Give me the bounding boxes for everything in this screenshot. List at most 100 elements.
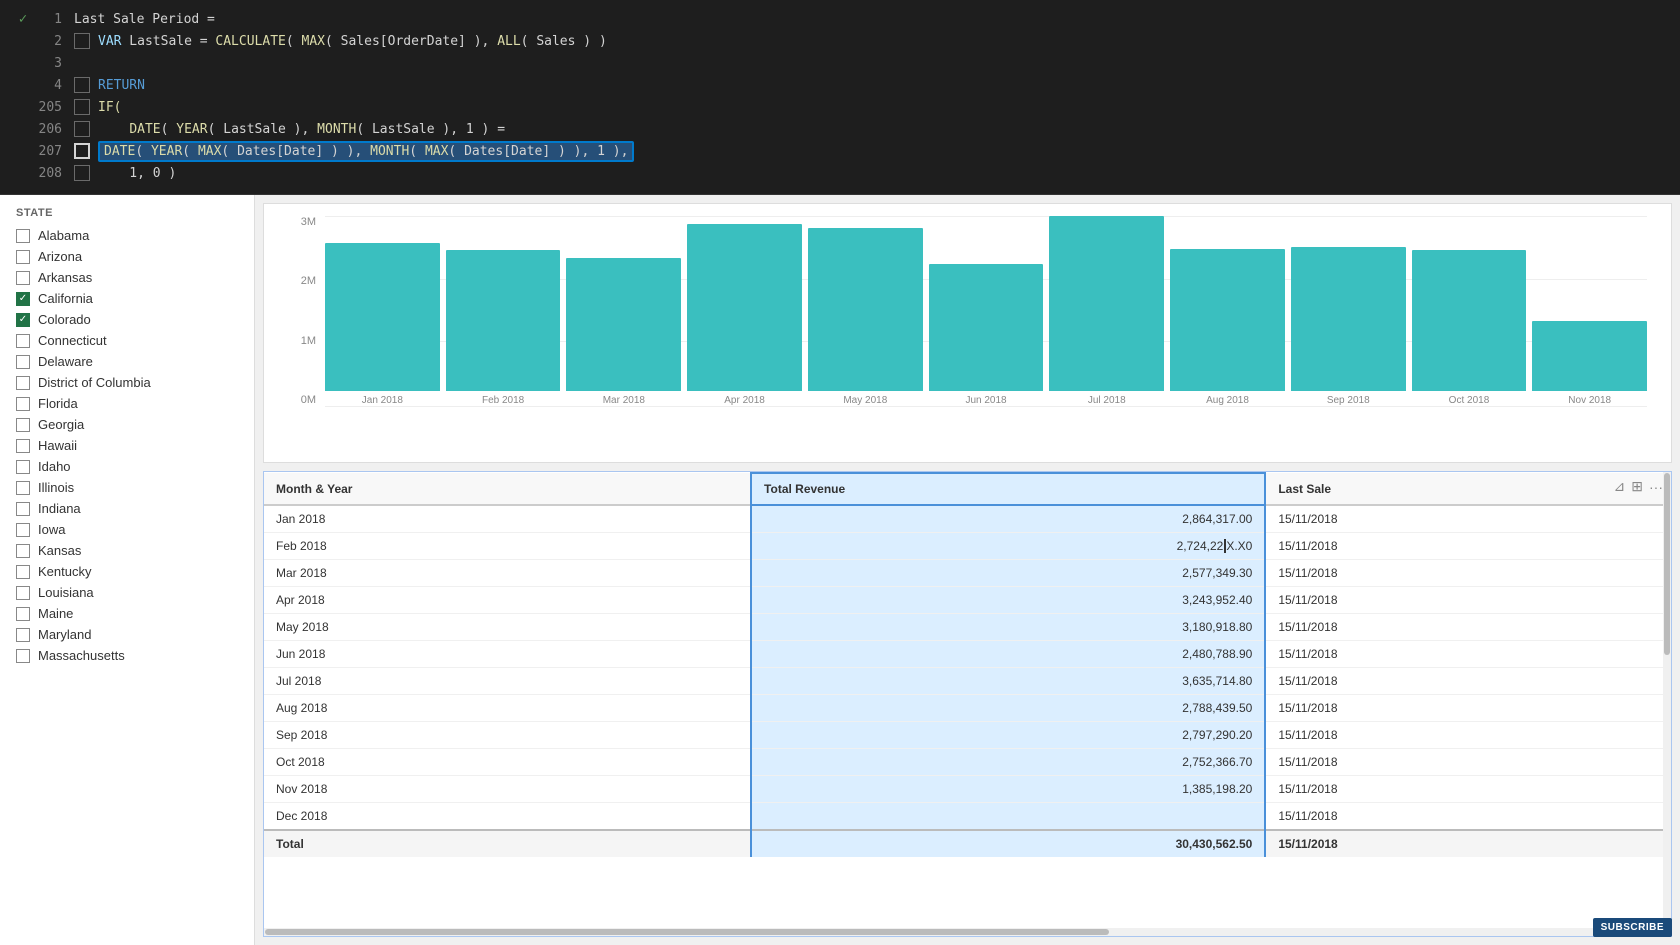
state-checkbox[interactable]	[16, 397, 30, 411]
state-checkbox[interactable]	[16, 271, 30, 285]
state-item[interactable]: Arizona	[0, 246, 254, 267]
state-label: Louisiana	[38, 585, 94, 600]
state-checkbox[interactable]	[16, 502, 30, 516]
table-row: Dec 2018 15/11/2018	[264, 803, 1671, 831]
code-line-208: 208 1, 0 )	[8, 162, 1680, 184]
code-line-207: 207 DATE( YEAR( MAX( Dates[Date] ) ), MO…	[8, 140, 1680, 162]
state-label: Alabama	[38, 228, 89, 243]
state-label: California	[38, 291, 93, 306]
line-checkbox[interactable]	[74, 77, 90, 93]
state-item[interactable]: Illinois	[0, 477, 254, 498]
line-checkbox[interactable]	[74, 121, 90, 137]
chart-bar-column: Nov 2018	[1532, 216, 1647, 406]
filter-icon[interactable]: ⊿	[1614, 478, 1626, 495]
state-item[interactable]: Alabama	[0, 225, 254, 246]
line-checkbox[interactable]	[74, 33, 90, 49]
state-checkbox[interactable]	[16, 355, 30, 369]
state-item[interactable]: Colorado	[0, 309, 254, 330]
cell-lastsale: 15/11/2018	[1265, 505, 1670, 533]
state-checkbox[interactable]	[16, 376, 30, 390]
table-row: Jul 20183,635,714.8015/11/2018	[264, 668, 1671, 695]
state-label: Maryland	[38, 627, 91, 642]
line-number: 1	[34, 12, 62, 27]
state-checkbox[interactable]	[16, 439, 30, 453]
state-item[interactable]: Florida	[0, 393, 254, 414]
cell-month: Dec 2018	[264, 803, 751, 831]
state-label: Hawaii	[38, 438, 77, 453]
state-item[interactable]: Massachusetts	[0, 645, 254, 666]
chart-bar-column: Sep 2018	[1291, 216, 1406, 406]
state-checkbox[interactable]	[16, 250, 30, 264]
state-item[interactable]: Arkansas	[0, 267, 254, 288]
state-item[interactable]: Indiana	[0, 498, 254, 519]
code-line-2: 2 VAR LastSale = CALCULATE( MAX( Sales[O…	[8, 30, 1680, 52]
state-item[interactable]: Hawaii	[0, 435, 254, 456]
sidebar-title: state	[0, 207, 254, 225]
bar-x-label: Oct 2018	[1449, 395, 1490, 406]
state-checkbox[interactable]	[16, 481, 30, 495]
state-label: Indiana	[38, 501, 81, 516]
state-item[interactable]: Louisiana	[0, 582, 254, 603]
state-item[interactable]: Iowa	[0, 519, 254, 540]
cell-revenue: 1,385,198.20	[751, 776, 1265, 803]
state-checkbox[interactable]	[16, 292, 30, 306]
state-item[interactable]: Delaware	[0, 351, 254, 372]
code-line-3: 3	[8, 52, 1680, 74]
vertical-scrollbar[interactable]	[1663, 472, 1671, 928]
line-number: 206	[34, 122, 62, 137]
bar	[1412, 250, 1527, 391]
chart-bar-column: May 2018	[808, 216, 923, 406]
state-checkbox[interactable]	[16, 523, 30, 537]
more-icon[interactable]: ···	[1649, 479, 1663, 495]
cell-revenue: 2,724,22X.X0	[751, 533, 1265, 560]
line-checkbox-filled[interactable]	[74, 143, 90, 159]
state-item[interactable]: California	[0, 288, 254, 309]
cell-month: May 2018	[264, 614, 751, 641]
state-checkbox[interactable]	[16, 607, 30, 621]
chart-bar-column: Jun 2018	[929, 216, 1044, 406]
state-checkbox[interactable]	[16, 586, 30, 600]
expand-icon[interactable]: ⊞	[1631, 478, 1643, 495]
cell-revenue: 2,788,439.50	[751, 695, 1265, 722]
state-checkbox[interactable]	[16, 649, 30, 663]
table-row: Apr 20183,243,952.4015/11/2018	[264, 587, 1671, 614]
check-icon: ✓	[12, 11, 34, 27]
state-checkbox[interactable]	[16, 544, 30, 558]
state-checkbox[interactable]	[16, 313, 30, 327]
state-item[interactable]: Kentucky	[0, 561, 254, 582]
state-item[interactable]: Idaho	[0, 456, 254, 477]
state-checkbox[interactable]	[16, 418, 30, 432]
cell-lastsale: 15/11/2018	[1265, 560, 1670, 587]
total-revenue: 30,430,562.50	[751, 830, 1265, 857]
state-item[interactable]: Maryland	[0, 624, 254, 645]
line-checkbox[interactable]	[74, 99, 90, 115]
table-panel: ⊿ ⊞ ··· Month & Year Total Revenue Last …	[263, 471, 1672, 937]
line-checkbox[interactable]	[74, 165, 90, 181]
table-toolbar: ⊿ ⊞ ···	[1614, 478, 1663, 495]
table-total-row: Total30,430,562.5015/11/2018	[264, 830, 1671, 857]
state-checkbox[interactable]	[16, 229, 30, 243]
cell-month: Feb 2018	[264, 533, 751, 560]
cell-lastsale: 15/11/2018	[1265, 803, 1670, 831]
state-label: Illinois	[38, 480, 74, 495]
cell-lastsale: 15/11/2018	[1265, 641, 1670, 668]
state-checkbox[interactable]	[16, 565, 30, 579]
state-item[interactable]: District of Columbia	[0, 372, 254, 393]
state-item[interactable]: Georgia	[0, 414, 254, 435]
bar	[687, 224, 802, 391]
state-item[interactable]: Maine	[0, 603, 254, 624]
state-checkbox[interactable]	[16, 628, 30, 642]
content-area: 3M 2M 1M 0M Jan 2018Feb 2018Mar 2018Apr …	[255, 195, 1680, 945]
state-label: Maine	[38, 606, 73, 621]
table-row: Nov 20181,385,198.2015/11/2018	[264, 776, 1671, 803]
state-checkbox[interactable]	[16, 334, 30, 348]
state-checkbox[interactable]	[16, 460, 30, 474]
chart-bars: Jan 2018Feb 2018Mar 2018Apr 2018May 2018…	[325, 216, 1647, 406]
bar	[1170, 249, 1285, 392]
state-item[interactable]: Kansas	[0, 540, 254, 561]
state-item[interactable]: Connecticut	[0, 330, 254, 351]
table-row: Jun 20182,480,788.9015/11/2018	[264, 641, 1671, 668]
cell-month: Oct 2018	[264, 749, 751, 776]
state-label: Florida	[38, 396, 78, 411]
horizontal-scrollbar[interactable]	[264, 928, 1671, 936]
